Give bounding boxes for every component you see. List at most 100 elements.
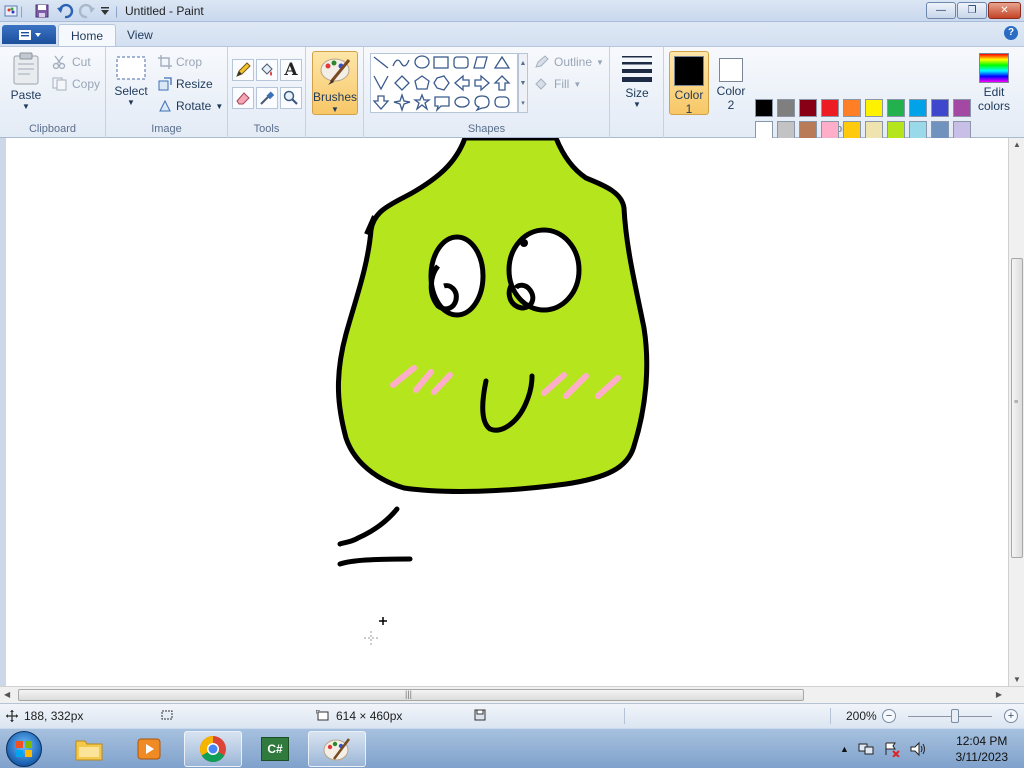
palette-swatch[interactable] (843, 99, 861, 117)
eraser-icon (236, 92, 250, 105)
palette-swatch[interactable] (909, 121, 927, 139)
taskbar-csharp[interactable]: C# (246, 731, 304, 767)
shapes-scroll[interactable]: ▲ ▼ ▾ (518, 53, 528, 113)
zoom-slider-thumb[interactable] (951, 709, 959, 723)
size-group: Size ▼ (610, 47, 664, 138)
paint-menu-button[interactable] (2, 25, 56, 44)
ribbon: Paste ▼ Cut Copy Clipboard Select ▼ Crop… (0, 46, 1024, 161)
palette-swatch[interactable] (865, 99, 883, 117)
scroll-down-icon[interactable]: ▼ (1013, 675, 1021, 684)
app-icon[interactable] (4, 2, 18, 20)
resize-button[interactable]: Resize (158, 77, 213, 91)
action-center-icon[interactable] (883, 741, 901, 757)
palette-swatch[interactable] (887, 121, 905, 139)
edit-colors-button[interactable]: Edit colors (974, 51, 1014, 115)
move-cursor-icon (6, 710, 18, 722)
rotate-button[interactable]: Rotate ▼ (158, 99, 223, 113)
vertical-scroll-thumb[interactable]: ≡ (1011, 258, 1023, 558)
fill-icon (535, 78, 547, 90)
crop-button[interactable]: Crop (158, 55, 202, 69)
palette-swatch[interactable] (909, 99, 927, 117)
minimize-icon: — (936, 5, 946, 16)
color1-button[interactable]: Color 1 (669, 51, 709, 116)
network-icon[interactable] (857, 741, 875, 757)
resize-icon (158, 77, 172, 91)
palette-swatch[interactable] (953, 99, 971, 117)
pencil-tool[interactable] (232, 59, 254, 81)
palette-swatch[interactable] (777, 121, 795, 139)
copy-button[interactable]: Copy (52, 77, 100, 91)
palette-swatch[interactable] (953, 121, 971, 139)
clipboard-group-label: Clipboard (28, 123, 77, 135)
palette-swatch[interactable] (821, 121, 839, 139)
restore-button[interactable]: ❐ (957, 2, 987, 19)
show-hidden-icons-icon[interactable]: ▲ (840, 744, 849, 754)
taskbar-media-player[interactable] (120, 731, 178, 767)
crop-label: Crop (176, 55, 203, 69)
scroll-up-icon[interactable]: ▲ (1013, 140, 1021, 149)
media-player-icon (137, 738, 161, 760)
horizontal-scroll-thumb[interactable]: ||| (18, 689, 804, 701)
edit-colors-label-line1: Edit (983, 85, 1005, 99)
tab-home[interactable]: Home (58, 24, 117, 46)
close-button[interactable]: ✕ (988, 2, 1021, 19)
color-picker-tool[interactable] (256, 87, 278, 109)
cursor-position: 188, 332px (6, 709, 83, 723)
palette-swatch[interactable] (755, 121, 773, 139)
palette-swatch[interactable] (777, 99, 795, 117)
horizontal-scrollbar[interactable]: ◀ ||| ▶ (0, 686, 1024, 703)
fill-button[interactable]: Fill ▼ (534, 77, 581, 91)
select-dropdown-icon[interactable]: ▼ (112, 98, 150, 107)
zoom-slider-track[interactable] (908, 716, 992, 717)
magnifier-tool[interactable] (280, 87, 302, 109)
eraser-tool[interactable] (232, 87, 254, 109)
tab-view[interactable]: View (115, 24, 165, 46)
save-icon[interactable] (34, 2, 50, 20)
color2-button[interactable]: Color 2 (711, 51, 751, 115)
palette-swatch[interactable] (821, 99, 839, 117)
undo-icon[interactable] (56, 2, 74, 20)
drawing-canvas[interactable] (6, 138, 1008, 686)
cut-button[interactable]: Cut (52, 55, 91, 69)
vertical-scrollbar[interactable]: ▲ ≡ ▼ (1008, 138, 1024, 686)
redo-icon[interactable] (78, 2, 96, 20)
start-button[interactable] (6, 731, 42, 767)
outline-button[interactable]: Outline ▼ (534, 55, 604, 69)
palette-swatch[interactable] (865, 121, 883, 139)
palette-swatch[interactable] (931, 99, 949, 117)
select-button[interactable]: Select ▼ (112, 55, 150, 107)
color1-number: 1 (685, 102, 693, 116)
zoom-out-button[interactable]: − (882, 709, 896, 723)
clock-time: 12:04 PM (956, 734, 1008, 748)
color2-number: 2 (727, 98, 735, 112)
palette-swatch[interactable] (799, 121, 817, 139)
help-icon[interactable]: ? (1004, 26, 1018, 40)
text-tool[interactable]: A (280, 59, 302, 81)
scroll-right-icon[interactable]: ▶ (996, 690, 1002, 699)
paste-dropdown-icon[interactable]: ▼ (6, 102, 46, 111)
taskbar-explorer[interactable] (60, 731, 118, 767)
paste-button[interactable]: Paste ▼ (6, 51, 46, 111)
crop-icon (158, 55, 172, 69)
separator: | (115, 4, 119, 18)
palette-swatch[interactable] (755, 99, 773, 117)
customize-quick-access-icon[interactable] (100, 2, 110, 20)
palette-swatch[interactable] (931, 121, 949, 139)
title-bar: | | Untitled - Paint — ❐ ✕ (0, 0, 1024, 22)
taskbar-paint[interactable] (308, 731, 366, 767)
palette-swatch[interactable] (799, 99, 817, 117)
scribble-2 (337, 556, 413, 567)
clock[interactable]: 12:04 PM 3/11/2023 (956, 733, 1009, 765)
system-tray: ▲ (840, 729, 927, 768)
scroll-left-icon[interactable]: ◀ (4, 690, 10, 699)
brushes-group (306, 47, 364, 138)
zoom-in-button[interactable]: + (1004, 709, 1018, 723)
palette-swatch[interactable] (887, 99, 905, 117)
fill-tool[interactable] (256, 59, 278, 81)
taskbar-chrome[interactable] (184, 731, 242, 767)
palette-swatch[interactable] (843, 121, 861, 139)
volume-icon[interactable] (909, 741, 927, 757)
minimize-button[interactable]: — (926, 2, 956, 19)
scribble-1 (337, 506, 400, 547)
size-button[interactable]: Size ▼ (616, 53, 658, 109)
